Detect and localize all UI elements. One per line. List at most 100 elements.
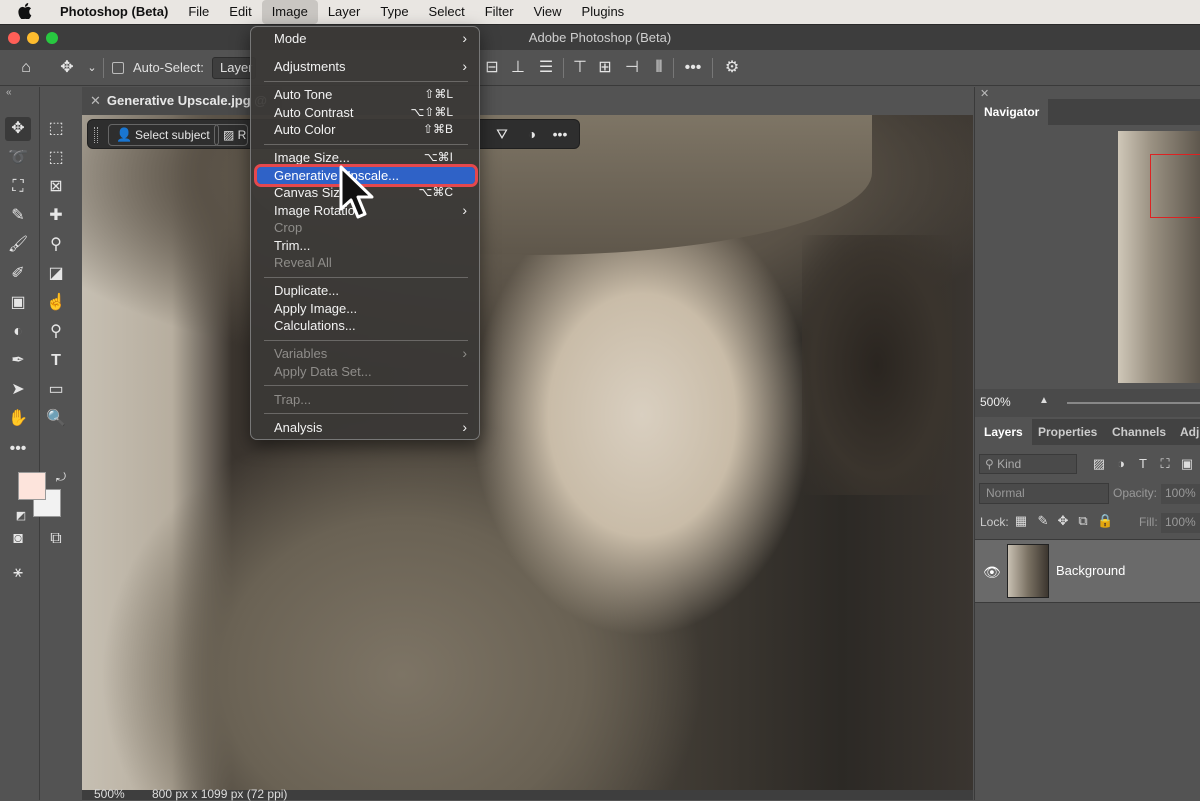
menu-item-apply-image[interactable]: Apply Image... <box>257 300 475 317</box>
lock-position-icon[interactable]: ✥ <box>1055 513 1071 529</box>
lock-pixels-icon[interactable]: ✎ <box>1035 513 1051 529</box>
chevron-down-icon[interactable]: ⌄ <box>82 58 102 78</box>
zoom-lens-icon[interactable]: ⚲ <box>43 320 69 344</box>
align-bottom-icon[interactable]: ⊥ <box>508 58 528 78</box>
menu-item-duplicate[interactable]: Duplicate... <box>257 282 475 299</box>
transform-icon[interactable]: ⛛ <box>493 125 511 143</box>
menu-layer[interactable]: Layer <box>318 0 371 24</box>
menu-plugins[interactable]: Plugins <box>572 0 635 24</box>
swap-colors-icon[interactable]: ⤾ <box>48 465 74 489</box>
opacity-field[interactable]: 100% <box>1161 484 1200 504</box>
lock-transparent-icon[interactable]: ▦ <box>1013 513 1029 529</box>
zoom-tool-icon[interactable]: 🔍 <box>43 407 69 431</box>
close-window-button[interactable] <box>8 32 20 44</box>
align-left-edges-icon[interactable]: ⊤ <box>570 58 590 78</box>
status-zoom[interactable]: 500% <box>94 787 125 801</box>
menu-item-analysis[interactable]: Analysis › <box>257 419 475 436</box>
stamp-tool-icon[interactable]: ⚲ <box>43 233 69 257</box>
eye-icon[interactable]: 👁 <box>983 564 1001 581</box>
type-filter-icon[interactable]: T <box>1135 456 1151 472</box>
pen-tool-icon[interactable]: ✒ <box>5 349 31 373</box>
distribute-icon[interactable]: ☰ <box>536 58 556 78</box>
foreground-color-swatch[interactable] <box>18 472 46 500</box>
tab-properties[interactable]: Properties <box>1029 419 1106 445</box>
tab-navigator[interactable]: Navigator <box>975 99 1049 125</box>
menu-app-name[interactable]: Photoshop (Beta) <box>50 0 178 24</box>
tab-channels[interactable]: Channels <box>1103 419 1175 445</box>
layer-row[interactable]: 👁 Background <box>975 539 1200 603</box>
menu-type[interactable]: Type <box>370 0 418 24</box>
shape-filter-icon[interactable]: ⛶ <box>1157 456 1173 472</box>
tab-adjustments[interactable]: Adju <box>1171 419 1200 445</box>
screen-mode-icon[interactable]: ⧉ <box>43 527 69 551</box>
close-tab-icon[interactable]: ✕ <box>90 93 101 108</box>
blend-mode-dropdown[interactable]: Normal <box>979 483 1109 504</box>
select-subject-button[interactable]: 👤 Select subject <box>108 124 219 146</box>
menu-item-trim[interactable]: Trim... <box>257 237 475 254</box>
history-brush-icon[interactable]: ✐ <box>5 262 31 286</box>
navigator-zoom-value[interactable]: 500% <box>980 395 1011 409</box>
remove-background-button[interactable]: ▨ R <box>214 124 248 146</box>
generative-fill-icon[interactable]: ⚹ <box>5 561 31 585</box>
menu-view[interactable]: View <box>524 0 572 24</box>
menu-select[interactable]: Select <box>419 0 475 24</box>
default-colors-icon[interactable]: ◩ <box>8 504 34 528</box>
brush-tool-icon[interactable]: 🖌 <box>5 233 31 257</box>
menu-item-adjustments[interactable]: Adjustments › <box>257 58 475 75</box>
menu-edit[interactable]: Edit <box>219 0 261 24</box>
hand-tool-icon[interactable]: ✋ <box>5 407 31 431</box>
object-selection-tool-icon[interactable]: ⬚ <box>43 146 69 170</box>
drag-handle-icon[interactable] <box>94 127 98 143</box>
distribute-horizontal-icon[interactable]: ⫴ <box>649 58 669 78</box>
fill-field[interactable]: 100% <box>1161 513 1200 533</box>
apple-icon[interactable] <box>18 2 38 22</box>
gradient-tool-icon[interactable]: ▣ <box>5 291 31 315</box>
eraser-tool-icon[interactable]: ◪ <box>43 262 69 286</box>
frame-tool-icon[interactable]: ⊠ <box>43 175 69 199</box>
menu-item-auto-contrast[interactable]: Auto Contrast ⌥⇧⌘L <box>257 104 475 121</box>
tab-layers[interactable]: Layers <box>975 419 1032 445</box>
align-vertical-center-icon[interactable]: ⊟ <box>482 58 502 78</box>
menu-item-auto-color[interactable]: Auto Color ⇧⌘B <box>257 121 475 138</box>
zoom-slider[interactable] <box>1067 402 1200 404</box>
menu-filter[interactable]: Filter <box>475 0 524 24</box>
more-options-icon[interactable]: ••• <box>683 58 703 78</box>
document-canvas[interactable] <box>82 115 973 790</box>
zoom-window-button[interactable] <box>46 32 58 44</box>
menu-item-calculations[interactable]: Calculations... <box>257 317 475 334</box>
edit-toolbar-icon[interactable]: ••• <box>5 437 31 461</box>
type-tool-icon[interactable]: T <box>43 349 69 373</box>
layer-name[interactable]: Background <box>1056 563 1125 578</box>
auto-select-checkbox[interactable] <box>112 62 124 74</box>
lasso-tool-icon[interactable]: ➰ <box>5 146 31 170</box>
collapse-icon[interactable]: « <box>6 87 12 98</box>
gear-icon[interactable]: ⚙ <box>722 58 742 78</box>
menu-image[interactable]: Image <box>261 0 318 24</box>
lock-artboard-icon[interactable]: ⧉ <box>1075 513 1091 529</box>
eyedropper-tool-icon[interactable]: ✎ <box>5 204 31 228</box>
home-icon[interactable]: ⌂ <box>16 58 36 78</box>
menu-item-mode[interactable]: Mode › <box>257 30 475 47</box>
zoom-out-icon[interactable]: ▲ <box>1039 395 1049 406</box>
align-right-icon[interactable]: ⊣ <box>622 58 642 78</box>
crop-tool-icon[interactable]: ⛶ <box>5 175 31 199</box>
adjustment-icon[interactable]: ◑ <box>523 125 541 143</box>
dodge-tool-icon[interactable]: ◐ <box>5 320 31 344</box>
menu-item-image-size[interactable]: Image Size... ⌥⌘I <box>257 149 475 166</box>
align-centers-icon[interactable]: ⊞ <box>595 58 615 78</box>
healing-brush-icon[interactable]: ✚ <box>43 204 69 228</box>
marquee-tool-icon[interactable]: ⬚ <box>43 117 69 141</box>
navigator-view-box[interactable] <box>1150 154 1200 218</box>
layer-kind-filter[interactable]: ⚲ Kind <box>979 454 1077 474</box>
quick-mask-icon[interactable]: ◙ <box>5 527 31 551</box>
menu-file[interactable]: File <box>178 0 219 24</box>
minimize-window-button[interactable] <box>27 32 39 44</box>
pixel-filter-icon[interactable]: ▨ <box>1091 456 1107 472</box>
rectangle-tool-icon[interactable]: ▭ <box>43 378 69 402</box>
smart-object-filter-icon[interactable]: ▣ <box>1179 456 1195 472</box>
smudge-tool-icon[interactable]: ☝ <box>43 291 69 315</box>
menu-item-auto-tone[interactable]: Auto Tone ⇧⌘L <box>257 86 475 103</box>
adjustment-filter-icon[interactable]: ◑ <box>1113 456 1129 472</box>
lock-all-icon[interactable]: 🔒 <box>1097 513 1113 529</box>
move-tool-icon[interactable]: ✥ <box>57 58 77 78</box>
